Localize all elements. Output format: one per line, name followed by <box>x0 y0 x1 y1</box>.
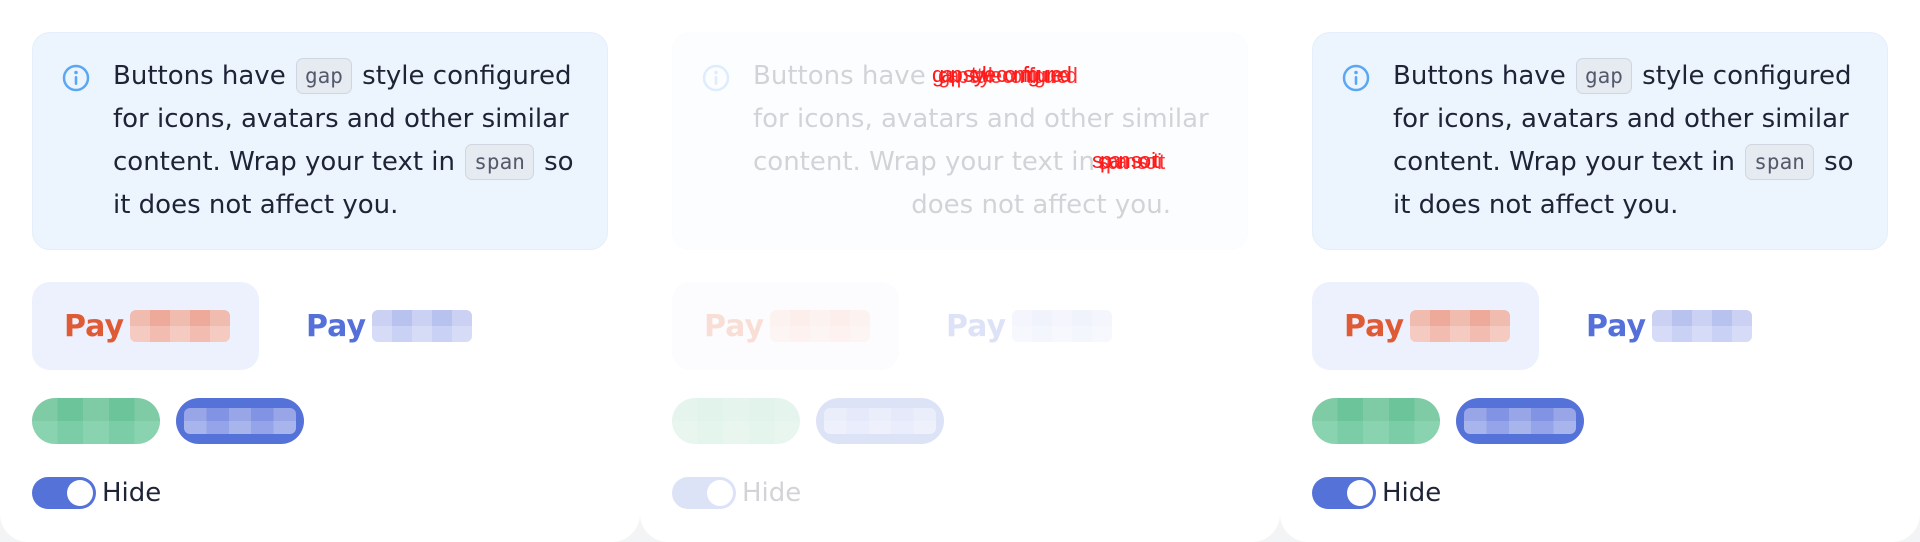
redacted-label <box>1464 408 1576 434</box>
info-alert: Buttons have gap style configured for ic… <box>32 32 608 250</box>
redacted-label <box>184 408 296 434</box>
info-icon <box>1342 64 1370 92</box>
info-icon <box>702 64 730 92</box>
info-text-part: does not affect you. <box>911 190 1171 220</box>
pay-button-light[interactable]: Pay <box>1312 282 1539 370</box>
pay-button-subtle[interactable]: Pay <box>272 282 492 370</box>
garbled-text-line-2: span so it span so it <box>1092 148 1165 174</box>
pay-label: Pay <box>946 308 1007 344</box>
green-pill-button[interactable] <box>32 398 160 444</box>
pay-button-subtle[interactable]: Pay <box>1552 282 1772 370</box>
redacted-amount <box>1652 310 1753 342</box>
inline-code-span: span <box>465 144 534 180</box>
panel-3: Buttons have gap style configured for ic… <box>1280 0 1920 542</box>
toggle-knob <box>707 480 733 506</box>
info-icon <box>62 64 90 92</box>
info-text-part: Buttons have <box>113 61 286 91</box>
info-message: Buttons have gap style configured for ic… <box>1393 55 1873 227</box>
info-alert: Buttons have gap style configured for ic… <box>1312 32 1888 250</box>
blue-pill-button[interactable] <box>1456 398 1584 444</box>
inline-code-gap: gap <box>1575 58 1632 94</box>
info-message: Buttons have gap style configured for ic… <box>113 55 593 227</box>
pay-label: Pay <box>704 308 765 344</box>
toggle-label: Hide <box>742 478 802 508</box>
redacted-amount <box>1410 310 1511 342</box>
pay-button-light[interactable]: Pay <box>672 282 899 370</box>
hide-toggle-row: Hide <box>32 476 161 510</box>
garbled-text-shadow: gap style configured <box>938 63 1078 88</box>
pay-label: Pay <box>1586 308 1647 344</box>
stage: Buttons have gap style configured for ic… <box>0 0 1920 542</box>
hide-toggle-row: Hide <box>672 476 801 510</box>
blue-pill-button[interactable] <box>816 398 944 444</box>
inline-code-span: span <box>1745 144 1814 180</box>
hide-toggle-switch[interactable] <box>1312 477 1376 509</box>
redacted-amount <box>372 310 473 342</box>
garbled-text-shadow: span so it <box>1098 149 1165 174</box>
hide-toggle-switch[interactable] <box>32 477 96 509</box>
pay-label: Pay <box>1344 308 1405 344</box>
info-text-part: Buttons have <box>1393 61 1566 91</box>
hide-toggle-switch[interactable] <box>672 477 736 509</box>
blue-pill-button[interactable] <box>176 398 304 444</box>
toggle-label: Hide <box>102 478 162 508</box>
pay-label: Pay <box>306 308 367 344</box>
redacted-label <box>824 408 936 434</box>
inline-code-gap: gap <box>295 58 352 94</box>
redacted-amount <box>130 310 231 342</box>
panel-1: Buttons have gap style configured for ic… <box>0 0 640 542</box>
green-pill-button[interactable] <box>1312 398 1440 444</box>
green-pill-button[interactable] <box>672 398 800 444</box>
hide-toggle-row: Hide <box>1312 476 1441 510</box>
pay-label: Pay <box>64 308 125 344</box>
pay-button-light[interactable]: Pay <box>32 282 259 370</box>
info-text-part: Buttons have <box>753 61 926 91</box>
redacted-amount <box>1012 310 1113 342</box>
toggle-label: Hide <box>1382 478 1442 508</box>
panel-2: Buttons have for icons, avatars and othe… <box>640 0 1280 542</box>
garbled-text-line-1: gap style configured gap style configure… <box>932 62 1078 88</box>
toggle-knob <box>67 480 93 506</box>
pay-button-subtle[interactable]: Pay <box>912 282 1132 370</box>
toggle-knob <box>1347 480 1373 506</box>
redacted-amount <box>770 310 871 342</box>
